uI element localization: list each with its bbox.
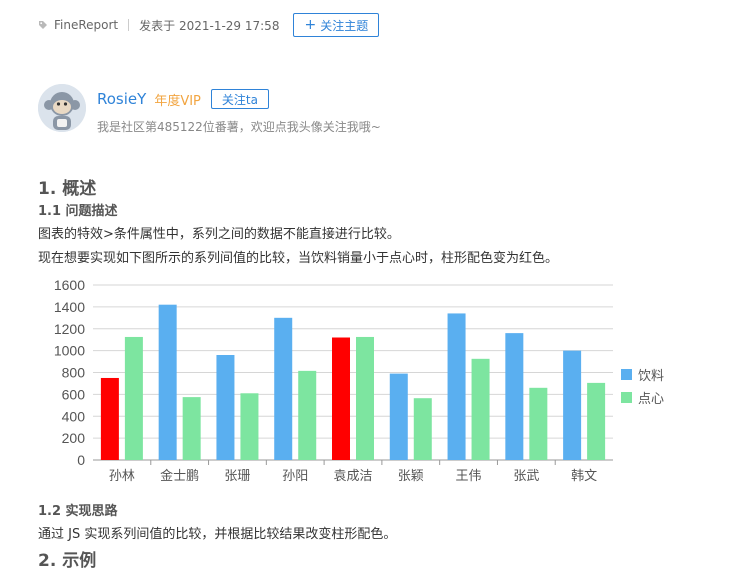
bar-drink[interactable] <box>389 373 408 460</box>
legend-swatch[interactable] <box>621 392 632 403</box>
bar-snack[interactable] <box>356 336 374 460</box>
bar-drink[interactable] <box>563 350 582 460</box>
meta-divider <box>128 19 130 31</box>
bar-drink[interactable] <box>216 355 235 460</box>
bar-drink[interactable] <box>447 313 466 460</box>
bar-snack[interactable] <box>471 358 490 460</box>
bar-snack[interactable] <box>240 393 259 460</box>
bar-snack[interactable] <box>587 382 606 460</box>
x-tick-label: 张武 <box>513 469 539 484</box>
author-name[interactable]: RosieY <box>97 90 146 108</box>
bar-snack[interactable] <box>298 370 317 460</box>
x-tick-label: 王伟 <box>456 469 482 484</box>
x-tick-label: 韩文 <box>571 469 597 484</box>
monkey-avatar <box>38 84 86 132</box>
x-tick-label: 袁成洁 <box>333 469 372 484</box>
x-tick-label: 孙林 <box>109 469 135 484</box>
y-tick-label: 200 <box>62 430 86 446</box>
plus-icon: + <box>304 17 317 33</box>
vip-badge: 年度VIP <box>154 93 201 109</box>
heading-example: 2. 示例 <box>38 551 97 571</box>
x-tick-label: 孙阳 <box>282 469 308 484</box>
follow-topic-button[interactable]: + 关注主题 <box>293 13 380 37</box>
bar-snack[interactable] <box>529 387 548 460</box>
paragraph-problem-1: 图表的特效>条件属性中，系列之间的数据不能直接进行比较。 <box>38 227 400 242</box>
paragraph-problem-2: 现在想要实现如下图所示的系列间值的比较，当饮料销量小于点心时，柱形配色变为红色。 <box>38 251 559 266</box>
post-meta-bar: FineReport 发表于 2021-1-29 17:58 + 关注主题 <box>38 13 380 37</box>
chart-y-axis: 0 200 400 600 800 1000 1200 1400 1600 <box>54 277 85 468</box>
bar-snack[interactable] <box>124 336 143 460</box>
bar-drink[interactable] <box>274 317 293 460</box>
chart-x-axis: 孙林 金士鹏 张珊 孙阳 袁成洁 张颖 王伟 张武 韩文 <box>109 460 597 484</box>
legend-label[interactable]: 点心 <box>638 392 664 407</box>
y-tick-label: 600 <box>62 386 86 402</box>
chart-legend[interactable]: 饮料点心 <box>621 369 664 407</box>
chart-bars <box>100 304 606 461</box>
heading-problem: 1.1 问题描述 <box>38 204 118 219</box>
y-tick-label: 1200 <box>54 321 85 337</box>
author-bio: 我是社区第485122位番薯，欢迎点我头像关注我哦~ <box>97 120 381 134</box>
y-tick-label: 800 <box>62 365 86 381</box>
y-tick-label: 1600 <box>54 277 85 293</box>
legend-swatch[interactable] <box>621 369 632 380</box>
heading-overview: 1. 概述 <box>38 179 97 199</box>
bar-snack[interactable] <box>182 397 201 460</box>
bar-snack[interactable] <box>413 398 432 460</box>
author-avatar[interactable] <box>38 84 86 132</box>
x-tick-label: 金士鹏 <box>160 468 199 484</box>
y-tick-label: 1400 <box>54 299 85 315</box>
y-tick-label: 0 <box>77 452 85 468</box>
follow-author-button[interactable]: 关注ta <box>210 89 269 109</box>
x-tick-label: 张颖 <box>398 469 424 484</box>
author-name-row: RosieY 年度VIP 关注ta <box>97 89 269 109</box>
bar-drink[interactable] <box>100 377 119 460</box>
bar-chart: 0 200 400 600 800 1000 1200 1400 1600 孙林 金士鹏 张珊 孙阳 袁… <box>54 277 664 484</box>
bar-drink[interactable] <box>158 304 177 460</box>
bar-drink[interactable] <box>332 337 350 461</box>
heading-idea: 1.2 实现思路 <box>38 504 118 519</box>
post-date: 发表于 2021-1-29 17:58 <box>139 18 280 33</box>
bar-drink[interactable] <box>505 333 524 460</box>
legend-label[interactable]: 饮料 <box>638 369 664 384</box>
follow-topic-label: 关注主题 <box>320 18 369 33</box>
y-tick-label: 1000 <box>54 343 85 359</box>
tag-icon <box>39 21 47 29</box>
x-tick-label: 张珊 <box>224 469 250 484</box>
paragraph-idea: 通过 JS 实现系列间值的比较，并根据比较结果改变柱形配色。 <box>38 527 397 542</box>
y-tick-label: 400 <box>62 408 86 424</box>
category-link[interactable]: FineReport <box>54 18 118 32</box>
